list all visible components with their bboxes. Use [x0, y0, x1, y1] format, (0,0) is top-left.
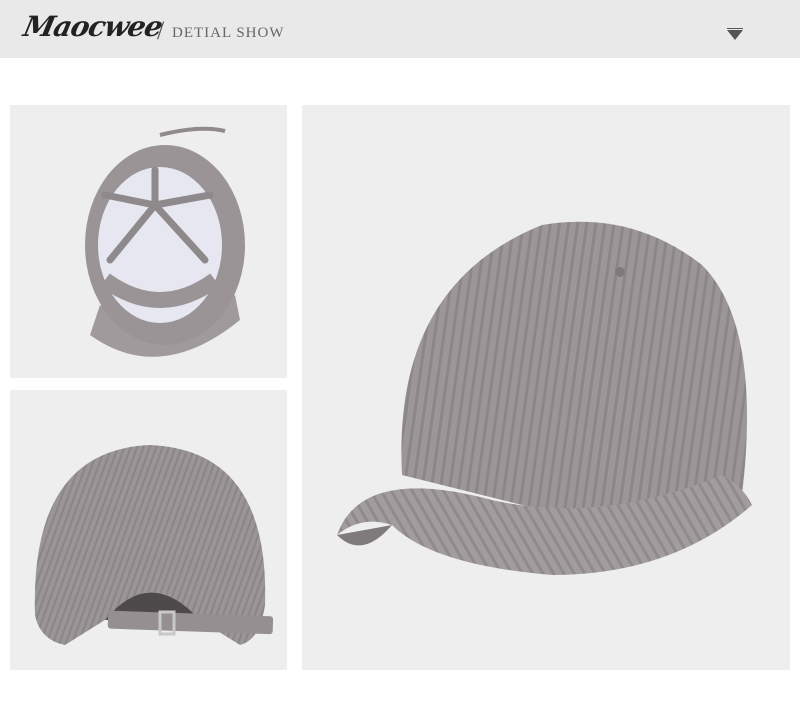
cap-side-photo [302, 105, 790, 670]
header-bar: Maocwee / DETIAL SHOW [0, 0, 800, 58]
cap-underside-photo [10, 105, 287, 378]
cap-back-photo [10, 390, 287, 670]
title-divider: / [157, 16, 165, 45]
chevron-down-icon[interactable] [727, 30, 743, 40]
cap-side-illustration [302, 105, 790, 670]
brand-logo: Maocwee [20, 10, 166, 43]
cap-underside-illustration [10, 105, 287, 378]
section-title: DETIAL SHOW [172, 25, 285, 41]
cap-back-illustration [10, 390, 287, 670]
chevron-down-icon-bar [727, 28, 743, 29]
